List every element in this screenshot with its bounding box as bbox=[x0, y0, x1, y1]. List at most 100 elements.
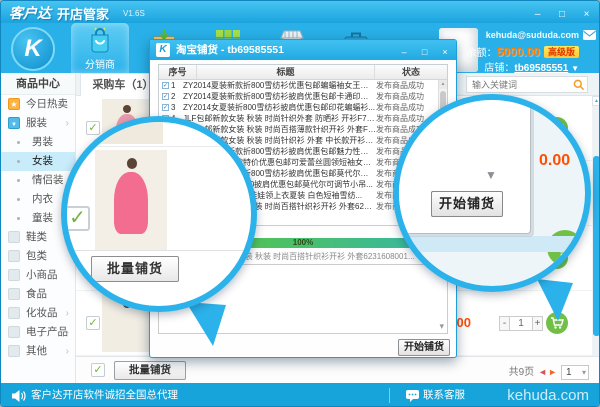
close-button[interactable]: × bbox=[578, 8, 595, 23]
chevron-right-icon: › bbox=[66, 323, 69, 342]
marquee-notice: 客户达开店软件诚招全国总代理 bbox=[31, 383, 178, 407]
sidebar-item-label: 鞋类 bbox=[26, 231, 47, 243]
row-number: 1 bbox=[171, 81, 183, 90]
sidebar-item[interactable]: 电子产品 › bbox=[1, 323, 75, 342]
table-row[interactable]: 3 ZY2014女夏装折800雪纺衫披肩优惠包邮印花蝙蝠衫... 发布商品成功 bbox=[159, 102, 438, 113]
sidebar-item-label: 内衣 bbox=[32, 193, 53, 205]
search-icon[interactable] bbox=[573, 79, 585, 91]
dialog-titlebar[interactable]: K 淘宝铺货 - tb69585551 – □ × bbox=[150, 40, 456, 60]
sidebar-item[interactable]: 其他 › bbox=[1, 342, 75, 361]
row-title: JLF包邮新款女装 秋装 时尚针织外套 防晒衫 开衫F713... bbox=[183, 113, 376, 124]
checkbox-checked-icon[interactable] bbox=[162, 93, 169, 100]
start-listing-button[interactable]: 开始铺货 bbox=[398, 339, 450, 356]
sidebar-item[interactable]: 今日热卖 bbox=[1, 95, 75, 114]
row-divider bbox=[67, 250, 251, 251]
chevron-down-icon[interactable]: ▾ bbox=[439, 321, 444, 332]
prev-page-icon[interactable]: ◄ bbox=[538, 367, 547, 377]
table-row[interactable]: 4 JLF包邮新款女装 秋装 时尚针织外套 防晒衫 开衫F713... 发布商品… bbox=[159, 113, 438, 124]
sidebar-item-icon bbox=[8, 269, 20, 281]
chevron-right-icon: › bbox=[66, 114, 69, 133]
row-number: 2 bbox=[171, 92, 183, 101]
column-title: 标题 bbox=[197, 65, 375, 79]
chevron-down-icon[interactable]: ▼ bbox=[571, 64, 579, 73]
page-select[interactable]: 1▾ bbox=[561, 365, 589, 380]
toolbar-tab-label: 分销商 bbox=[71, 56, 129, 71]
select-all-checkbox[interactable]: ✓ bbox=[91, 363, 105, 377]
content-scrollbar[interactable]: ▲ bbox=[592, 96, 600, 356]
speaker-icon bbox=[11, 389, 26, 403]
pagination: 共9页◄►1▾ bbox=[509, 363, 589, 380]
sidebar-item-label: 今日热卖 bbox=[26, 98, 68, 110]
chevron-right-icon: › bbox=[66, 342, 69, 361]
batch-list-button[interactable]: 批量铺货 bbox=[114, 361, 186, 380]
right-callout-tail bbox=[531, 273, 581, 325]
checkbox-checked-icon: ✓ bbox=[65, 206, 90, 231]
sidebar-item-icon bbox=[8, 326, 20, 338]
contact-support-link[interactable]: 联系客服 bbox=[423, 383, 465, 407]
app-title: 开店管家 bbox=[57, 4, 109, 23]
sidebar-item[interactable]: 包类 bbox=[1, 247, 75, 266]
sidebar-item[interactable]: 女装 bbox=[1, 152, 75, 171]
membership-badge[interactable]: 高级版 bbox=[544, 46, 579, 58]
dialog-close-button[interactable]: × bbox=[438, 46, 452, 60]
page-number: 1 bbox=[566, 367, 572, 378]
dialog-maximize-button[interactable]: □ bbox=[418, 46, 432, 60]
photo-sliver bbox=[97, 118, 163, 144]
sidebar-item-label: 男装 bbox=[32, 136, 53, 148]
sidebar-header: 商品中心 bbox=[1, 73, 75, 95]
sidebar-item-label: 情侣装 bbox=[32, 174, 64, 186]
row-title: ZY2014女夏装折800雪纺衫披肩优惠包邮印花蝙蝠衫... bbox=[183, 102, 376, 113]
sidebar-item-icon bbox=[17, 141, 20, 144]
left-magnifier-callout: ✓ 批量铺货 bbox=[61, 116, 257, 312]
sidebar-item[interactable]: 食品 bbox=[1, 285, 75, 304]
dialog-minimize-button[interactable]: – bbox=[397, 46, 411, 60]
checkbox-checked-icon[interactable] bbox=[162, 82, 169, 89]
sidebar-item-icon bbox=[17, 179, 20, 182]
chat-icon bbox=[406, 390, 420, 403]
table-row[interactable]: 1 ZY2014夏装新款折800雪纺衫优惠包邮蝙蝠袖女王公主... 发布商品成功 bbox=[159, 80, 438, 91]
sidebar-item-icon bbox=[17, 217, 20, 220]
scroll-up-icon[interactable]: ▲ bbox=[439, 80, 447, 89]
magnified-batch-list-button[interactable]: 批量铺货 bbox=[91, 256, 179, 282]
search-input[interactable] bbox=[466, 76, 588, 93]
checkbox-checked-icon[interactable]: ✓ bbox=[86, 316, 100, 330]
maximize-button[interactable]: □ bbox=[554, 8, 571, 23]
mail-icon[interactable] bbox=[583, 30, 596, 40]
sidebar-item-label: 其他 bbox=[26, 345, 47, 357]
sidebar-item-icon bbox=[8, 98, 20, 110]
table-header: 序号 标题 状态 bbox=[159, 65, 447, 80]
qty-minus-button[interactable]: - bbox=[499, 316, 510, 331]
dialog-title: 淘宝铺货 - tb69585551 bbox=[176, 40, 284, 60]
brand-logo-text: 客户达 bbox=[9, 3, 51, 23]
app-window: 客户达 开店管家 V1.6S – □ × K 分销商 bbox=[0, 0, 600, 407]
scroll-up-icon[interactable]: ▲ bbox=[592, 96, 600, 106]
next-page-icon[interactable]: ► bbox=[548, 367, 557, 377]
toolbar-tab-distribution[interactable]: 分销商 bbox=[71, 23, 129, 73]
shopping-bag-icon bbox=[85, 26, 115, 56]
column-status: 状态 bbox=[375, 65, 447, 79]
magnified-start-listing-button[interactable]: 开始铺货 bbox=[431, 191, 503, 217]
sidebar-item[interactable]: 小商品 bbox=[1, 266, 75, 285]
sidebar-item-icon bbox=[8, 307, 20, 319]
chevron-right-icon: › bbox=[66, 304, 69, 323]
checkbox-checked-icon[interactable] bbox=[162, 104, 169, 111]
balance-label: 余额： bbox=[467, 48, 497, 59]
magnified-product-photo bbox=[95, 150, 167, 250]
sidebar-item-label: 食品 bbox=[26, 288, 47, 300]
sidebar-item-label: 包类 bbox=[26, 250, 47, 262]
table-row[interactable]: 2 ZY2014夏装新款折800雪纺衫披肩优惠包邮卡通印花多... 发布商品成功 bbox=[159, 91, 438, 102]
minimize-button[interactable]: – bbox=[529, 8, 546, 23]
dialog-logo: K bbox=[156, 43, 170, 57]
balance-value: 5000.00 bbox=[497, 45, 540, 59]
balance-row: 余额：5000.00 高级版 bbox=[467, 44, 579, 59]
content-bottom-bar: ✓ 批量铺货 共9页◄►1▾ bbox=[76, 356, 600, 383]
right-magnifier-callout: 0.00 ▼ 开始铺货 bbox=[393, 94, 591, 292]
sidebar-item[interactable]: 服装 › bbox=[1, 114, 75, 133]
scrollbar-thumb[interactable] bbox=[593, 156, 600, 336]
sidebar-item-icon bbox=[8, 231, 20, 243]
sidebar-item-icon bbox=[8, 117, 20, 129]
chevron-down-icon: ▼ bbox=[485, 168, 497, 182]
sidebar-item[interactable]: 化妆品 › bbox=[1, 304, 75, 323]
sidebar-item[interactable]: 男装 bbox=[1, 133, 75, 152]
row-title: ZY2014夏装新款折800雪纺衫优惠包邮蝙蝠袖女王公主... bbox=[183, 80, 376, 91]
